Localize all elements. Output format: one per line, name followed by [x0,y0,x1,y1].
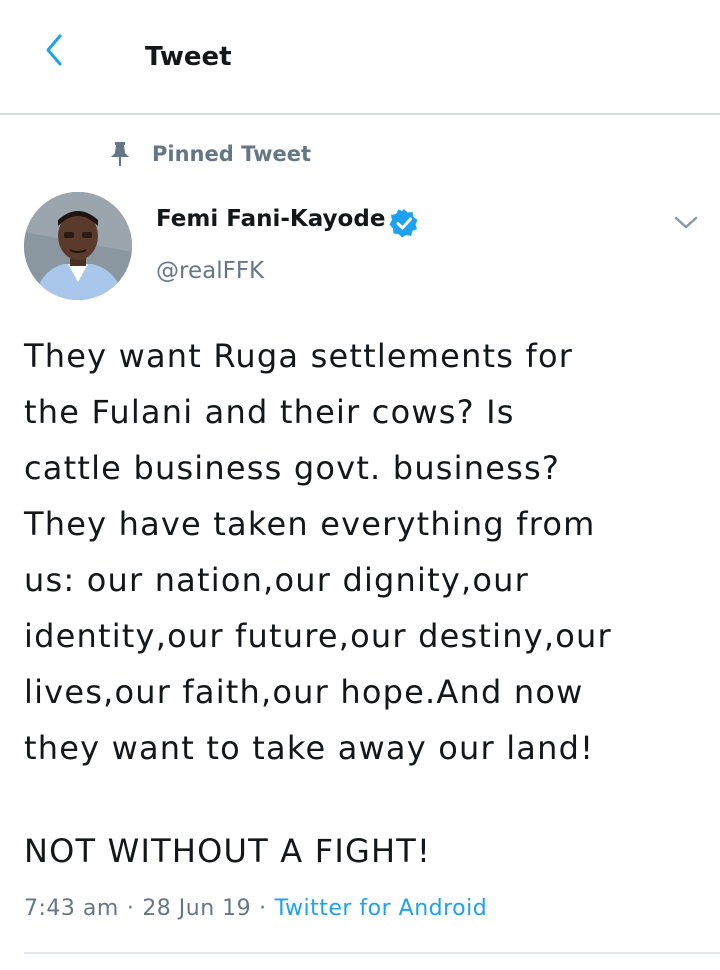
tweet-text-line: the Fulani and their cows? Is [24,393,515,431]
arrow-left-icon[interactable] [38,30,74,70]
author-handle[interactable]: @realFFK [156,258,264,284]
tweet-text-line: us: our nation,our dignity,our [24,561,529,599]
tweet-closing-line: NOT WITHOUT A FIGHT! [24,832,431,870]
top-app-bar: Tweet [0,0,720,115]
chevron-down-icon[interactable] [672,210,700,234]
avatar-image [24,192,132,300]
tweet-time: 7:43 am [24,896,119,921]
meta-separator: · [259,896,267,921]
divider [24,952,720,954]
meta-separator: · [126,896,135,921]
author-name[interactable]: Femi Fani-Kayode [156,206,385,232]
pinned-label: Pinned Tweet [152,142,312,166]
verified-badge-icon [389,209,418,238]
tweet-text-line: cattle business govt. business? [24,449,561,487]
pin-icon [111,142,129,166]
tweet-text-line: They want Ruga settlements for [24,337,574,375]
pinned-tweet-indicator: Pinned Tweet [108,139,311,169]
page-title: Tweet [145,42,232,72]
tweet-text-line: they want to take away our land! [24,729,595,767]
tweet-text: They want Ruga settlements for the Fulan… [24,328,704,776]
tweet-metadata: 7:43 am · 28 Jun 19 · Twitter for Android [24,896,487,921]
tweet-text-line: They have taken everything from [24,505,596,543]
tweet-source-link[interactable]: Twitter for Android [275,896,488,921]
tweet-date: 28 Jun 19 [142,896,252,921]
tweet-text-line: identity,our future,our destiny,our [24,617,612,655]
avatar[interactable] [24,192,132,300]
tweet-text-line: lives,our faith,our hope.And now [24,673,584,711]
